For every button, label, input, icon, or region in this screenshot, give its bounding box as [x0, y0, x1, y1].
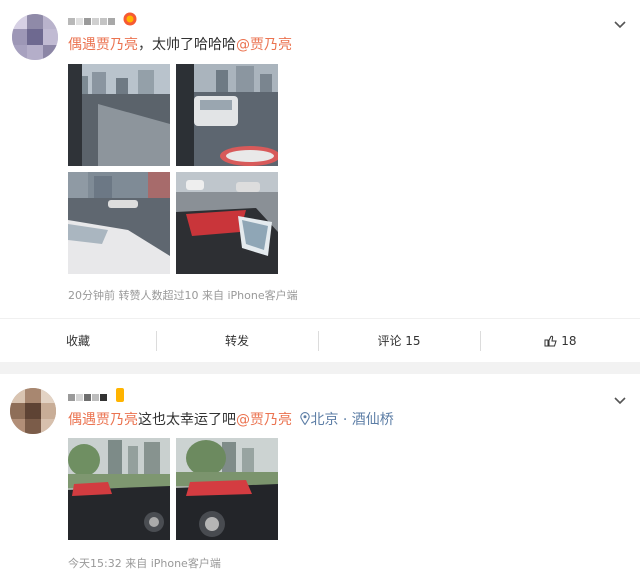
weibo-post-1: 偶遇贾乃亮，太帅了哈哈哈@贾乃亮 20分钟前 转赞人数超过10 来自 iPhon… [0, 0, 640, 360]
username[interactable] [68, 388, 125, 406]
collect-button[interactable]: 收藏 [0, 319, 156, 363]
location-text: 北京 · 酒仙桥 [310, 412, 394, 428]
post-text: 偶遇贾乃亮这也太幸运了吧@贾乃亮 北京 · 酒仙桥 [68, 410, 394, 431]
member-badge-icon [115, 388, 125, 406]
post-body: ，太帅了哈哈哈 [138, 37, 236, 53]
post-meta: 20分钟前 转赞人数超过10 来自 iPhone客户端 [68, 289, 298, 302]
comment-button[interactable]: 评论 15 [319, 319, 479, 363]
weibo-post-2: 偶遇贾乃亮这也太幸运了吧@贾乃亮 北京 · 酒仙桥 今天15:32 来自 iPh… [0, 374, 640, 577]
post-image[interactable] [68, 172, 170, 274]
like-button[interactable]: 18 [481, 319, 640, 363]
post-image[interactable] [68, 64, 170, 166]
thumbs-up-icon [544, 321, 558, 365]
user-avatar[interactable] [12, 14, 58, 60]
post-separator [0, 362, 640, 374]
post-image[interactable] [176, 64, 278, 166]
user-avatar[interactable] [10, 388, 56, 434]
repost-button[interactable]: 转发 [157, 319, 317, 363]
like-count: 18 [561, 334, 577, 348]
post-image[interactable] [176, 172, 278, 274]
location-link[interactable]: 北京 · 酒仙桥 [300, 411, 394, 431]
chevron-down-icon[interactable] [614, 16, 626, 29]
topic-link[interactable]: 偶遇贾乃亮 [68, 37, 138, 53]
post-image[interactable] [176, 438, 278, 540]
mention-link[interactable]: @贾乃亮 [236, 37, 292, 53]
topic-link[interactable]: 偶遇贾乃亮 [68, 412, 138, 428]
post-text: 偶遇贾乃亮，太帅了哈哈哈@贾乃亮 [68, 35, 292, 55]
username[interactable] [68, 12, 137, 30]
post-image[interactable] [68, 438, 170, 540]
location-pin-icon [300, 411, 311, 431]
vip-badge-icon [123, 12, 137, 30]
mention-link[interactable]: @贾乃亮 [236, 412, 292, 428]
chevron-down-icon[interactable] [614, 392, 626, 405]
action-bar: 收藏 转发 评论 15 18 [0, 318, 640, 363]
post-meta: 今天15:32 来自 iPhone客户端 [68, 557, 221, 570]
post-body: 这也太幸运了吧 [138, 412, 236, 428]
